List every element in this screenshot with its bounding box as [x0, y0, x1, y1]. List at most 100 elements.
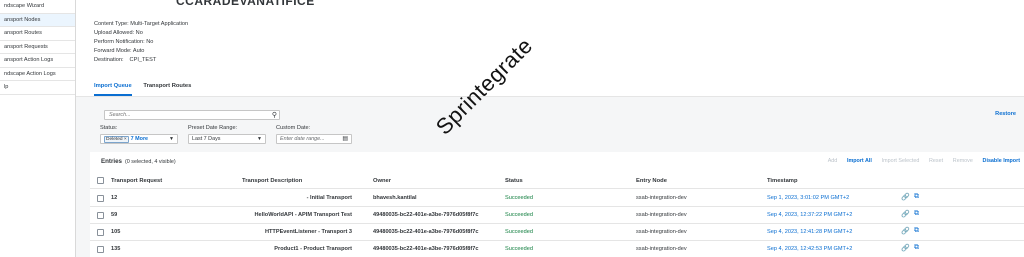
table-toolbar: Entries (0 selected, 4 visible) Add Impor…	[90, 152, 1024, 172]
status-filter-label: Status:	[100, 125, 118, 131]
cell-status: Succeeded	[505, 229, 533, 235]
sidebar-item-transport-routes[interactable]: ansport Routes	[0, 27, 75, 41]
row-checkbox[interactable]	[97, 246, 104, 253]
property-value: CPI_TEST	[129, 57, 157, 63]
table-row[interactable]: 12 - Initial Transport bhavesh.kantilal …	[90, 190, 1024, 207]
cell-description: HTTPEventListener - Transport 3	[264, 229, 352, 235]
chevron-down-icon[interactable]: ▼	[257, 135, 262, 143]
filter-bar: ⚲ Restore Status: Deleted ×7 More ▼ Pres…	[90, 104, 1024, 148]
copy-icon[interactable]: ⧉	[914, 227, 919, 235]
cell-request: 12	[111, 195, 118, 201]
cell-owner: 49480035-bc22-401e-a3be-7976d05f8f7c	[373, 229, 479, 235]
search-input[interactable]	[105, 111, 265, 119]
status-token[interactable]: Deleted ×	[104, 136, 129, 143]
status-more-link[interactable]: 7 More	[131, 136, 148, 142]
table-row[interactable]: 135 Product1 - Product Transport 4948003…	[90, 241, 1024, 257]
property-content-type: Content Type: Multi-Target Application	[94, 20, 188, 29]
sidebar-item-transport-action-logs[interactable]: ansport Action Logs	[0, 54, 75, 68]
cell-description: HelloWorldAPI - APIM Transport Test	[254, 212, 352, 218]
cell-entry-node: ssab-integration-dev	[636, 195, 687, 201]
sidebar-item-help[interactable]: lp	[0, 81, 75, 95]
toolbar-actions: Add Import All Import Selected Reset Rem…	[820, 158, 1020, 164]
property-perform-notification: Perform Notification: No	[94, 38, 188, 47]
restore-button[interactable]: Restore	[995, 111, 1016, 117]
sidebar-item-transport-requests[interactable]: ansport Requests	[0, 41, 75, 54]
cell-request: 105	[111, 229, 121, 235]
column-header-request[interactable]: Transport Request	[111, 178, 162, 184]
chevron-down-icon[interactable]: ▼	[169, 135, 174, 143]
cell-owner: 49480035-bc22-401e-a3be-7976d05f8f7c	[373, 212, 479, 218]
tab-transport-routes[interactable]: Transport Routes	[143, 80, 191, 96]
property-forward-mode: Forward Mode: Auto	[94, 47, 188, 56]
property-label: Content Type: Multi-Target Application	[94, 21, 189, 27]
page-title: CCARADEVANATIFICE	[176, 0, 315, 8]
table-row[interactable]: 105 HTTPEventListener - Transport 3 4948…	[90, 224, 1024, 241]
table-row[interactable]: 59 HelloWorldAPI - APIM Transport Test 4…	[90, 207, 1024, 224]
custom-date-label: Custom Date:	[276, 125, 311, 131]
table-selection-count: (0 selected, 4 visible)	[124, 159, 176, 165]
column-header-timestamp[interactable]: Timestamp	[767, 178, 798, 184]
copy-icon[interactable]: ⧉	[914, 244, 919, 252]
search-field[interactable]: ⚲	[104, 110, 280, 120]
table-title-text: Entries	[101, 158, 122, 165]
column-header-description[interactable]: Transport Description	[242, 178, 302, 184]
sidebar-item-transport-nodes[interactable]: ansport Nodes	[0, 13, 75, 27]
cell-description: Product1 - Product Transport	[274, 246, 352, 252]
import-all-button[interactable]: Import All	[847, 158, 872, 164]
column-header-owner[interactable]: Owner	[373, 178, 391, 184]
node-properties: Content Type: Multi-Target Application U…	[94, 20, 188, 65]
cell-status: Succeeded	[505, 246, 533, 252]
status-filter[interactable]: Deleted × 7 More ▼	[100, 134, 178, 144]
search-icon[interactable]: ⚲	[272, 111, 277, 119]
add-button[interactable]: Add	[828, 158, 838, 164]
reset-button[interactable]: Reset	[929, 158, 943, 164]
remove-button[interactable]: Remove	[953, 158, 973, 164]
object-header: CCARADEVANATIFICE Content Type: Multi-Ta…	[76, 0, 1024, 96]
tab-bar: Import Queue Transport Routes	[94, 80, 201, 96]
row-checkbox[interactable]	[97, 212, 104, 219]
property-label: Forward Mode: Auto	[94, 48, 145, 54]
copy-icon[interactable]: ⧉	[914, 210, 919, 218]
link-icon[interactable]: 🔗	[901, 193, 910, 201]
entries-table: Entries (0 selected, 4 visible) Add Impor…	[90, 152, 1024, 257]
table-title: Entries (0 selected, 4 visible)	[101, 158, 176, 165]
cell-owner: bhavesh.kantilal	[373, 195, 417, 201]
table-header: Transport Request Transport Description …	[90, 173, 1024, 189]
cell-status: Succeeded	[505, 195, 533, 201]
link-icon[interactable]: 🔗	[901, 210, 910, 218]
property-label: Destination:	[94, 57, 124, 63]
property-label: Perform Notification: No	[94, 39, 154, 45]
cell-status: Succeeded	[505, 212, 533, 218]
cell-description: - Initial Transport	[306, 195, 352, 201]
date-range-select[interactable]: Last 7 Days ▼	[188, 134, 266, 144]
cell-request: 135	[111, 246, 121, 252]
copy-icon[interactable]: ⧉	[914, 193, 919, 201]
property-destination: Destination: CPI_TEST	[94, 56, 188, 65]
link-icon[interactable]: 🔗	[901, 244, 910, 252]
disable-import-button[interactable]: Disable Import	[983, 158, 1020, 164]
sidebar-item-landscape-wizard[interactable]: ndscape Wizard	[0, 0, 75, 14]
tab-import-queue[interactable]: Import Queue	[94, 80, 132, 96]
divider	[76, 96, 1024, 97]
date-range-value: Last 7 Days	[192, 136, 221, 142]
cell-timestamp[interactable]: Sep 4, 2023, 12:42:53 PM GMT+2	[767, 246, 852, 252]
property-upload-allowed: Upload Allowed: No	[94, 29, 188, 38]
cell-timestamp[interactable]: Sep 1, 2023, 3:01:02 PM GMT+2	[767, 195, 849, 201]
row-checkbox[interactable]	[97, 229, 104, 236]
sidebar-item-landscape-action-logs[interactable]: ndscape Action Logs	[0, 68, 75, 81]
row-checkbox[interactable]	[97, 195, 104, 202]
cell-timestamp[interactable]: Sep 4, 2023, 12:37:22 PM GMT+2	[767, 212, 852, 218]
cell-timestamp[interactable]: Sep 4, 2023, 12:41:28 PM GMT+2	[767, 229, 852, 235]
import-selected-button[interactable]: Import Selected	[882, 158, 920, 164]
calendar-icon[interactable]: ▤	[342, 135, 348, 143]
column-header-status[interactable]: Status	[505, 178, 523, 184]
cell-entry-node: ssab-integration-dev	[636, 212, 687, 218]
date-range-label: Preset Date Range:	[188, 125, 238, 131]
select-all-checkbox[interactable]	[97, 177, 104, 184]
property-label: Upload Allowed: No	[94, 30, 143, 36]
custom-date-field[interactable]: Enter date range... ▤	[276, 134, 352, 144]
column-header-entry-node[interactable]: Entry Node	[636, 178, 667, 184]
sidebar: ndscape Wizard ansport Nodes ansport Rou…	[0, 0, 76, 257]
link-icon[interactable]: 🔗	[901, 227, 910, 235]
cell-entry-node: ssab-integration-dev	[636, 229, 687, 235]
